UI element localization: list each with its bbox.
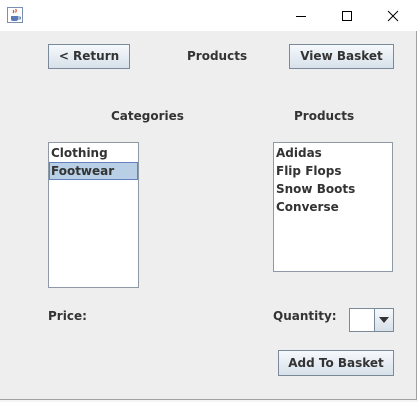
product-item-adidas[interactable]: Adidas	[274, 144, 392, 162]
minimize-button[interactable]	[278, 0, 324, 31]
quantity-value[interactable]	[350, 309, 375, 331]
view-basket-button[interactable]: View Basket	[289, 44, 394, 69]
product-item-flip-flops[interactable]: Flip Flops	[274, 162, 392, 180]
java-cup-icon	[7, 7, 23, 23]
chevron-down-icon	[379, 317, 389, 323]
quantity-combobox[interactable]	[349, 308, 394, 332]
quantity-dropdown-button[interactable]	[374, 309, 393, 331]
categories-heading: Categories	[111, 109, 184, 123]
categories-list[interactable]: Clothing Footwear	[48, 142, 139, 288]
category-item-clothing[interactable]: Clothing	[49, 144, 138, 162]
app-window: < Return Products View Basket Categories…	[0, 0, 417, 400]
maximize-icon	[342, 10, 352, 21]
page-title: Products	[187, 49, 248, 63]
add-to-basket-button[interactable]: Add To Basket	[278, 350, 394, 376]
maximize-button[interactable]	[324, 0, 370, 31]
product-item-converse[interactable]: Converse	[274, 198, 392, 216]
close-icon	[387, 10, 399, 21]
price-label: Price:	[48, 309, 87, 323]
close-button[interactable]	[370, 0, 416, 31]
product-item-snow-boots[interactable]: Snow Boots	[274, 180, 392, 198]
title-bar[interactable]	[0, 0, 417, 31]
products-heading: Products	[294, 109, 355, 123]
quantity-label: Quantity:	[273, 309, 337, 323]
products-list[interactable]: Adidas Flip Flops Snow Boots Converse	[273, 142, 393, 272]
category-item-footwear[interactable]: Footwear	[49, 162, 138, 180]
minimize-icon	[296, 15, 306, 17]
return-button[interactable]: < Return	[48, 44, 130, 69]
